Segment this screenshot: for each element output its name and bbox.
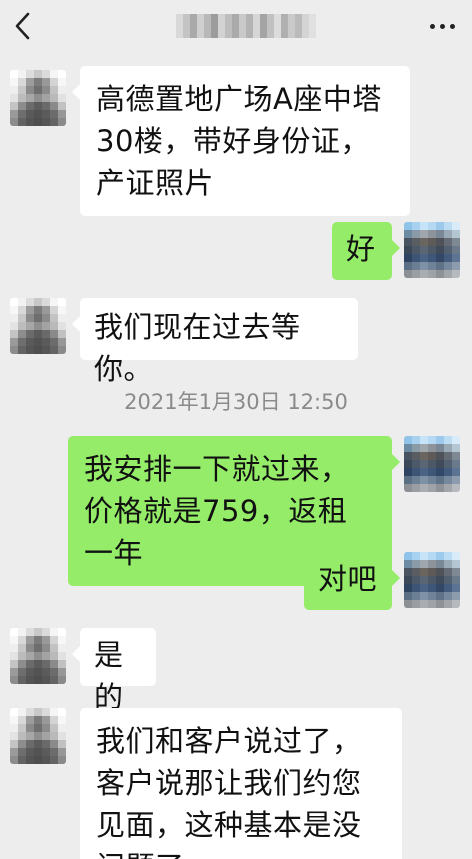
chat-header [0, 0, 472, 54]
chevron-left-icon [15, 12, 30, 40]
message-bubble-incoming[interactable]: 我们和客户说过了，客户说那让我们约您见面，这种基本是没问题了 [80, 708, 402, 859]
my-avatar[interactable] [404, 222, 460, 278]
my-avatar[interactable] [404, 436, 460, 492]
contact-avatar[interactable] [10, 708, 66, 764]
more-options-button[interactable] [422, 8, 462, 44]
message-bubble-incoming[interactable]: 我们现在过去等你。 [72, 298, 358, 386]
back-button[interactable] [6, 8, 42, 44]
contact-avatar[interactable] [10, 70, 66, 126]
message-bubble-incoming[interactable]: 是的 [72, 628, 156, 714]
message-bubble-incoming[interactable]: 高德置地广场A座中塔30楼，带好身份证，产证照片 [72, 66, 410, 216]
message-bubble-outgoing[interactable]: 对吧 [304, 552, 400, 610]
message-timestamp: 2021年1月30日 12:50 [124, 390, 348, 414]
message-bubble-outgoing[interactable]: 好 [332, 222, 400, 280]
contact-avatar[interactable] [10, 628, 66, 684]
chat-title-pixelated [176, 14, 316, 38]
contact-avatar[interactable] [10, 298, 66, 354]
my-avatar[interactable] [404, 552, 460, 608]
